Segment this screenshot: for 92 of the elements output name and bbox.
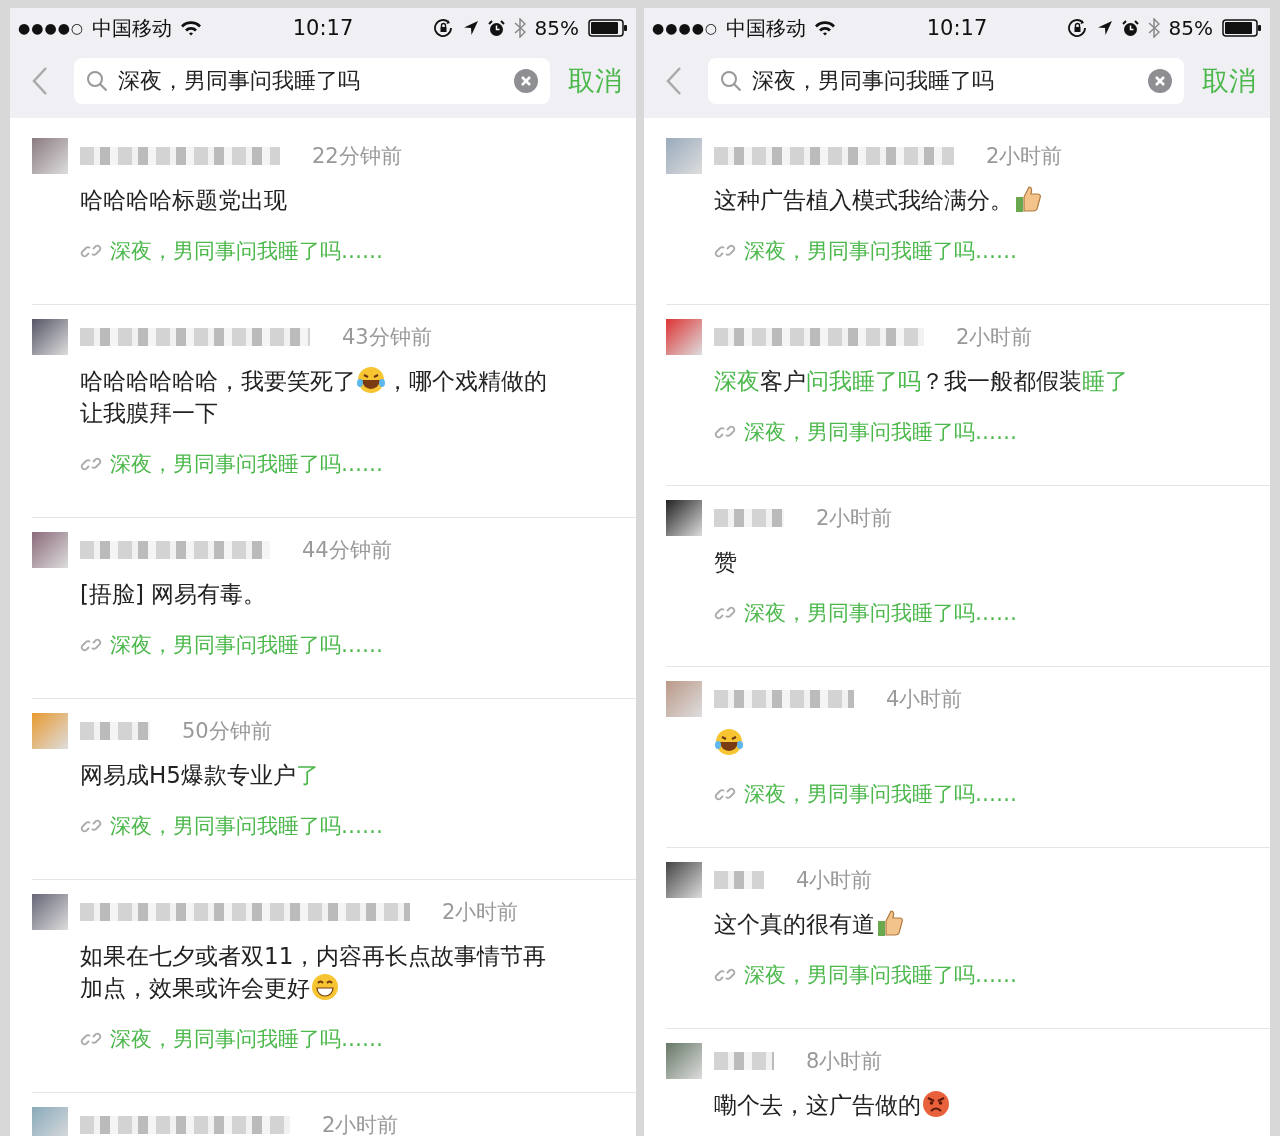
status-time: 10:17 — [926, 16, 988, 40]
comment-time: 4小时前 — [796, 867, 873, 894]
avatar-placeholder — [666, 138, 702, 174]
comment-time: 2小时前 — [816, 505, 893, 532]
laughing-tears-emoji-icon — [356, 365, 386, 395]
search-field[interactable]: 深夜，男同事问我睡了吗 — [74, 58, 550, 104]
article-link[interactable]: 深夜，男同事问我睡了吗…… — [110, 1025, 383, 1053]
laughing-tears-emoji-icon — [714, 727, 744, 757]
comment-text: 嘞个去，这广告做的 — [714, 1092, 921, 1118]
comment-time: 50分钟前 — [182, 718, 272, 745]
comment-text: 网易成H5爆款专业户 — [80, 762, 296, 788]
search-icon — [720, 70, 742, 92]
avatar-placeholder — [32, 138, 68, 174]
status-time: 10:17 — [292, 16, 354, 40]
article-link[interactable]: 深夜，男同事问我睡了吗…… — [110, 812, 383, 840]
avatar-placeholder — [32, 319, 68, 355]
battery-icon — [588, 19, 628, 37]
comment-text: 哈哈哈哈哈哈，我要笑死了 — [80, 368, 356, 394]
avatar-placeholder — [666, 319, 702, 355]
article-link[interactable]: 深夜，男同事问我睡了吗…… — [110, 450, 383, 478]
comment-text: 客户 — [760, 368, 806, 394]
grinning-emoji-icon — [310, 972, 340, 1002]
alarm-clock-icon — [487, 19, 505, 37]
comment-text: 这种广告植入模式我给满分。 — [714, 187, 1013, 213]
avatar-placeholder — [666, 862, 702, 898]
avatar-placeholder — [32, 1107, 68, 1136]
comment-time: 8小时前 — [806, 1048, 883, 1075]
avatar-placeholder — [666, 1043, 702, 1079]
comment-text: 睡了 — [1082, 368, 1128, 394]
carrier-name: 中国移动 — [726, 14, 807, 42]
avatar-placeholder — [32, 713, 68, 749]
avatar-placeholder — [666, 681, 702, 717]
thumbs-up-emoji-icon — [1013, 184, 1043, 214]
article-link[interactable]: 深夜，男同事问我睡了吗…… — [744, 961, 1017, 989]
rotation-lock-icon — [433, 19, 454, 37]
comment-text: 赞 — [714, 549, 737, 575]
pixelated-name — [714, 871, 764, 889]
comment-time: 2小时前 — [442, 899, 519, 926]
article-link[interactable]: 深夜，男同事问我睡了吗…… — [110, 631, 383, 659]
comment-time: 2小时前 — [322, 1112, 399, 1136]
carrier-name: 中国移动 — [92, 14, 173, 42]
comment-text: 加点，效果或许会更好 — [80, 975, 310, 1001]
pixelated-name — [80, 722, 150, 740]
article-link[interactable]: 深夜，男同事问我睡了吗…… — [744, 599, 1017, 627]
comment-time: 43分钟前 — [342, 324, 432, 351]
signal-dots: ●●●●○ — [18, 20, 85, 36]
search-icon — [86, 70, 108, 92]
pixelated-name — [714, 1052, 774, 1070]
comment-text: ，哪个戏精做的 — [386, 368, 547, 394]
article-link[interactable]: 深夜，男同事问我睡了吗…… — [110, 237, 383, 265]
clear-icon[interactable] — [1148, 69, 1172, 93]
comment-text: 深夜 — [714, 368, 760, 394]
comment-text: 问我睡了吗 — [806, 368, 921, 394]
article-link[interactable]: 深夜，男同事问我睡了吗…… — [744, 418, 1017, 446]
comment-text: ？我一般都假装 — [921, 368, 1082, 394]
search-input[interactable]: 深夜，男同事问我睡了吗 — [752, 68, 1138, 94]
battery-icon — [1222, 19, 1262, 37]
comment-time: 4小时前 — [886, 686, 963, 713]
angry-face-emoji-icon — [921, 1089, 951, 1119]
wifi-icon — [180, 20, 203, 36]
avatar-placeholder — [32, 532, 68, 568]
search-input[interactable]: 深夜，男同事问我睡了吗 — [118, 68, 504, 94]
search-field[interactable]: 深夜，男同事问我睡了吗 — [708, 58, 1184, 104]
pixelated-name — [714, 509, 784, 527]
comment-text: 这个真的很有道 — [714, 911, 875, 937]
clear-icon[interactable] — [514, 69, 538, 93]
comment-text: 如果在七夕或者双11，内容再长点故事情节再 — [80, 943, 547, 969]
cancel-button[interactable]: 取消 — [1198, 63, 1260, 99]
location-arrow-icon — [462, 20, 479, 36]
rotation-lock-icon — [1067, 19, 1088, 37]
thumbs-up-emoji-icon — [875, 908, 905, 938]
comment-text: 了 — [295, 762, 319, 788]
comment-text: 让我膜拜一下 — [80, 400, 218, 426]
battery-percent: 85% — [1168, 16, 1213, 40]
cancel-button[interactable]: 取消 — [564, 63, 626, 99]
battery-percent: 85% — [534, 16, 579, 40]
avatar-placeholder — [32, 894, 68, 930]
article-link[interactable]: 深夜，男同事问我睡了吗…… — [744, 780, 1017, 808]
wifi-icon — [814, 20, 837, 36]
signal-dots: ●●●●○ — [652, 20, 719, 36]
comment-time: 2小时前 — [956, 324, 1033, 351]
avatar-placeholder — [666, 500, 702, 536]
location-arrow-icon — [1096, 20, 1113, 36]
comment-text: 哈哈哈哈标题党出现 — [80, 187, 287, 213]
comment-time: 2小时前 — [986, 143, 1063, 170]
comment-time: 44分钟前 — [302, 537, 392, 564]
comment-text: [捂脸] 网易有毒。 — [80, 581, 267, 607]
bluetooth-icon — [513, 18, 526, 38]
comment-time: 22分钟前 — [312, 143, 402, 170]
alarm-clock-icon — [1121, 19, 1139, 37]
article-link[interactable]: 深夜，男同事问我睡了吗…… — [744, 237, 1017, 265]
bluetooth-icon — [1147, 18, 1160, 38]
